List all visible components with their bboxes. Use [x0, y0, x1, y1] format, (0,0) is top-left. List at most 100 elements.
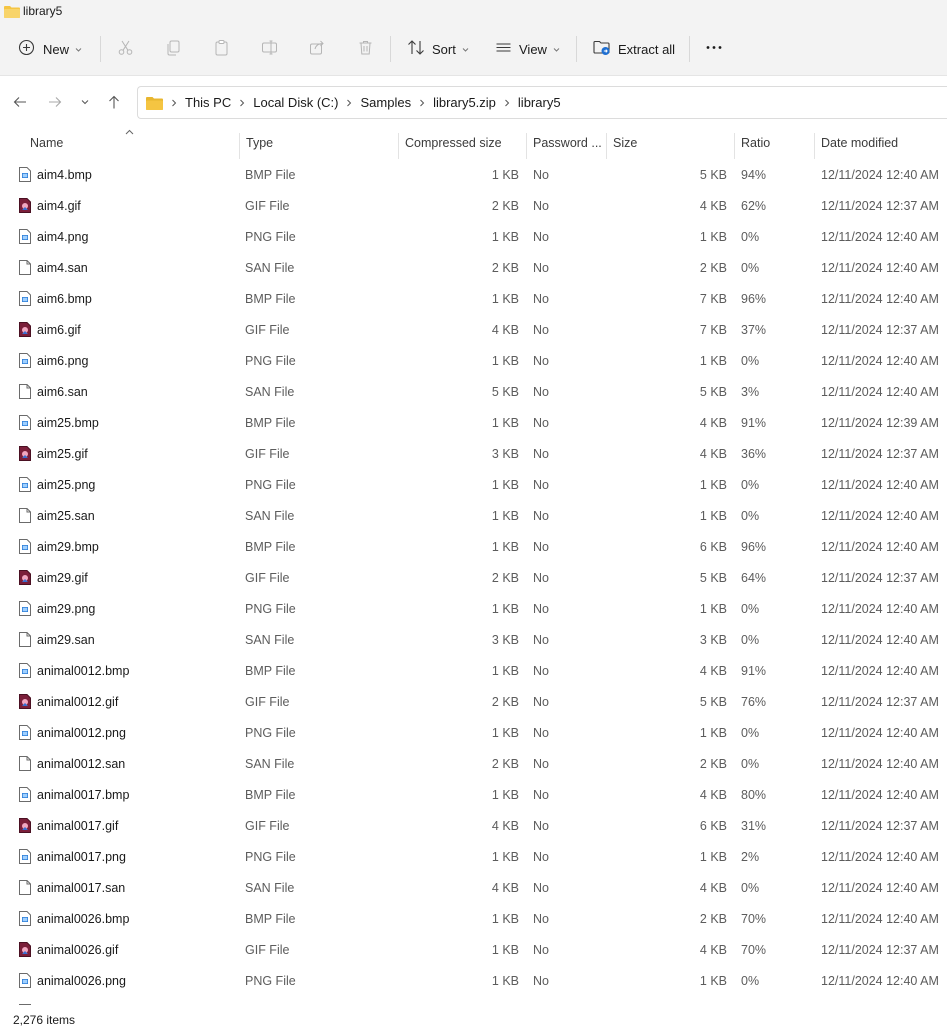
column-date-modified[interactable]: Date modified [821, 136, 898, 150]
file-name[interactable]: aim29.bmp [37, 540, 99, 554]
rename-button[interactable] [261, 22, 278, 76]
compression-ratio: 70% [741, 943, 767, 957]
file-row[interactable]: animal0012.bmp BMP File 1 KB No 4 KB 91% 12/11… [0, 656, 947, 687]
paste-button[interactable] [213, 22, 230, 76]
file-row[interactable]: animal0017.san SAN File 4 KB No 4 KB 0% 12/11/… [0, 873, 947, 904]
breadcrumb-item[interactable]: library5 [518, 95, 561, 110]
file-type: BMP File [245, 664, 296, 678]
file-name[interactable]: animal0017.bmp [37, 788, 129, 802]
view-button[interactable]: View [495, 22, 560, 76]
share-button[interactable] [309, 22, 326, 76]
file-name[interactable]: animal0012.san [37, 757, 125, 771]
file-row[interactable]: aim6.bmp BMP File 1 KB No 7 KB 96% 12/11/2024 … [0, 284, 947, 315]
column-divider[interactable] [239, 133, 240, 159]
file-name[interactable]: aim29.gif [37, 571, 88, 585]
compression-ratio: 94% [741, 168, 767, 182]
breadcrumb-item[interactable]: This PC [185, 95, 231, 110]
file-name[interactable]: animal0012.bmp [37, 664, 129, 678]
file-row[interactable]: aim29.bmp BMP File 1 KB No 6 KB 96% 12/11/2024… [0, 532, 947, 563]
column-compressed-size[interactable]: Compressed size [405, 136, 502, 150]
file-name[interactable]: aim4.san [37, 261, 88, 275]
file-row[interactable]: animal0012.gif GIF File 2 KB No 5 KB 76% 12/11… [0, 687, 947, 718]
column-divider[interactable] [734, 133, 735, 159]
file-name[interactable]: aim4.png [37, 230, 88, 244]
see-more-button[interactable] [705, 22, 723, 76]
file-name[interactable]: animal0026.gif [37, 943, 118, 957]
file-name[interactable]: aim25.gif [37, 447, 88, 461]
file-row[interactable]: aim6.gif GIF File 4 KB No 7 KB 37% 12/11/2024 … [0, 315, 947, 346]
file-name[interactable]: aim6.png [37, 354, 88, 368]
column-divider[interactable] [526, 133, 527, 159]
file-row[interactable]: animal0026.png PNG File 1 KB No 1 KB 0% 12/11/… [0, 966, 947, 997]
file-row[interactable]: aim4.bmp BMP File 1 KB No 5 KB 94% 12/11/2024 … [0, 160, 947, 191]
column-ratio[interactable]: Ratio [741, 136, 770, 150]
delete-button[interactable] [357, 22, 374, 76]
file-name[interactable]: aim6.bmp [37, 292, 92, 306]
file-row[interactable]: aim4.san SAN File 2 KB No 2 KB 0% 12/11/2024 1… [0, 253, 947, 284]
file-row[interactable]: aim25.san SAN File 1 KB No 1 KB 0% 12/11/2024 … [0, 501, 947, 532]
date-modified: 12/11/2024 12:40 AM [821, 881, 939, 895]
file-row[interactable]: aim4.gif GIF File 2 KB No 4 KB 62% 12/11/2024 … [0, 191, 947, 222]
file-size: 1 KB [699, 974, 727, 988]
file-name[interactable]: aim4.gif [37, 199, 81, 213]
file-row[interactable]: aim25.gif GIF File 3 KB No 4 KB 36% 12/11/2024… [0, 439, 947, 470]
file-name[interactable]: aim4.bmp [37, 168, 92, 182]
column-divider[interactable] [398, 133, 399, 159]
sort-button[interactable]: Sort [407, 22, 469, 76]
file-name[interactable]: animal0017.png [37, 850, 126, 864]
extract-all-button[interactable]: Extract all [593, 22, 675, 76]
file-row[interactable]: animal0017.png PNG File 1 KB No 1 KB 2% 12/11/… [0, 842, 947, 873]
file-name[interactable]: aim29.san [37, 633, 95, 647]
file-row[interactable]: animal0017.gif GIF File 4 KB No 6 KB 31% 12/11… [0, 811, 947, 842]
file-row[interactable]: aim29.png PNG File 1 KB No 1 KB 0% 12/11/2024 … [0, 594, 947, 625]
arrow-left-icon [13, 97, 26, 107]
file-row[interactable]: animal0017.bmp BMP File 1 KB No 4 KB 80% 12/11… [0, 780, 947, 811]
file-name[interactable]: animal0026.png [37, 974, 126, 988]
file-name[interactable]: animal0017.san [37, 881, 125, 895]
file-name[interactable]: aim25.san [37, 509, 95, 523]
date-modified: 12/11/2024 12:40 AM [821, 974, 939, 988]
file-row[interactable]: aim6.png PNG File 1 KB No 1 KB 0% 12/11/2024 1… [0, 346, 947, 377]
file-row[interactable]: animal0026.gif GIF File 1 KB No 4 KB 70% 12/11… [0, 935, 947, 966]
password-protected: No [533, 509, 549, 523]
new-button[interactable]: New [18, 22, 82, 76]
copy-button[interactable] [165, 22, 182, 76]
file-name[interactable]: aim6.gif [37, 323, 81, 337]
file-name[interactable]: animal0012.png [37, 726, 126, 740]
file-row[interactable]: aim25.bmp BMP File 1 KB No 4 KB 91% 12/11/2024… [0, 408, 947, 439]
column-type[interactable]: Type [246, 136, 273, 150]
file-row[interactable]: aim29.gif GIF File 2 KB No 5 KB 64% 12/11/2024… [0, 563, 947, 594]
file-row[interactable]: animal0026.bmp BMP File 1 KB No 2 KB 70% 12/11… [0, 904, 947, 935]
file-name[interactable]: animal0017.gif [37, 819, 118, 833]
file-row[interactable]: aim29.san SAN File 3 KB No 3 KB 0% 12/11/2024 … [0, 625, 947, 656]
file-row[interactable]: aim4.png PNG File 1 KB No 1 KB 0% 12/11/2024 1… [0, 222, 947, 253]
up-button[interactable] [104, 92, 124, 112]
breadcrumb-item[interactable]: Samples [360, 95, 411, 110]
forward-button[interactable] [45, 92, 65, 112]
column-name[interactable]: Name [30, 136, 63, 150]
file-row[interactable]: aim6.san SAN File 5 KB No 5 KB 3% 12/11/2024 1… [0, 377, 947, 408]
file-name[interactable]: aim29.png [37, 602, 95, 616]
breadcrumb-item[interactable]: library5.zip [433, 95, 496, 110]
file-size: 7 KB [699, 323, 727, 337]
recent-locations-button[interactable] [75, 92, 95, 112]
column-size[interactable]: Size [613, 136, 637, 150]
image-file-icon [19, 539, 31, 554]
column-divider[interactable] [606, 133, 607, 159]
password-protected: No [533, 385, 549, 399]
breadcrumb-item[interactable]: Local Disk (C:) [253, 95, 338, 110]
column-password-protected[interactable]: Password ... [533, 136, 602, 150]
compression-ratio: 0% [741, 509, 760, 523]
back-button[interactable] [10, 92, 30, 112]
file-name[interactable]: animal0012.gif [37, 695, 118, 709]
file-name[interactable]: aim25.bmp [37, 416, 99, 430]
file-row[interactable]: animal0012.png PNG File 1 KB No 1 KB 0% 12/11/… [0, 718, 947, 749]
file-row[interactable]: animal0012.san SAN File 2 KB No 2 KB 0% 12/11/… [0, 749, 947, 780]
file-name[interactable]: aim25.png [37, 478, 95, 492]
file-name[interactable]: aim6.san [37, 385, 88, 399]
column-divider[interactable] [814, 133, 815, 159]
cut-button[interactable] [117, 22, 134, 76]
breadcrumb[interactable]: This PC Local Disk (C:) Samples library5… [137, 86, 947, 119]
file-name[interactable]: animal0026.bmp [37, 912, 129, 926]
file-row[interactable]: aim25.png PNG File 1 KB No 1 KB 0% 12/11/2024 … [0, 470, 947, 501]
